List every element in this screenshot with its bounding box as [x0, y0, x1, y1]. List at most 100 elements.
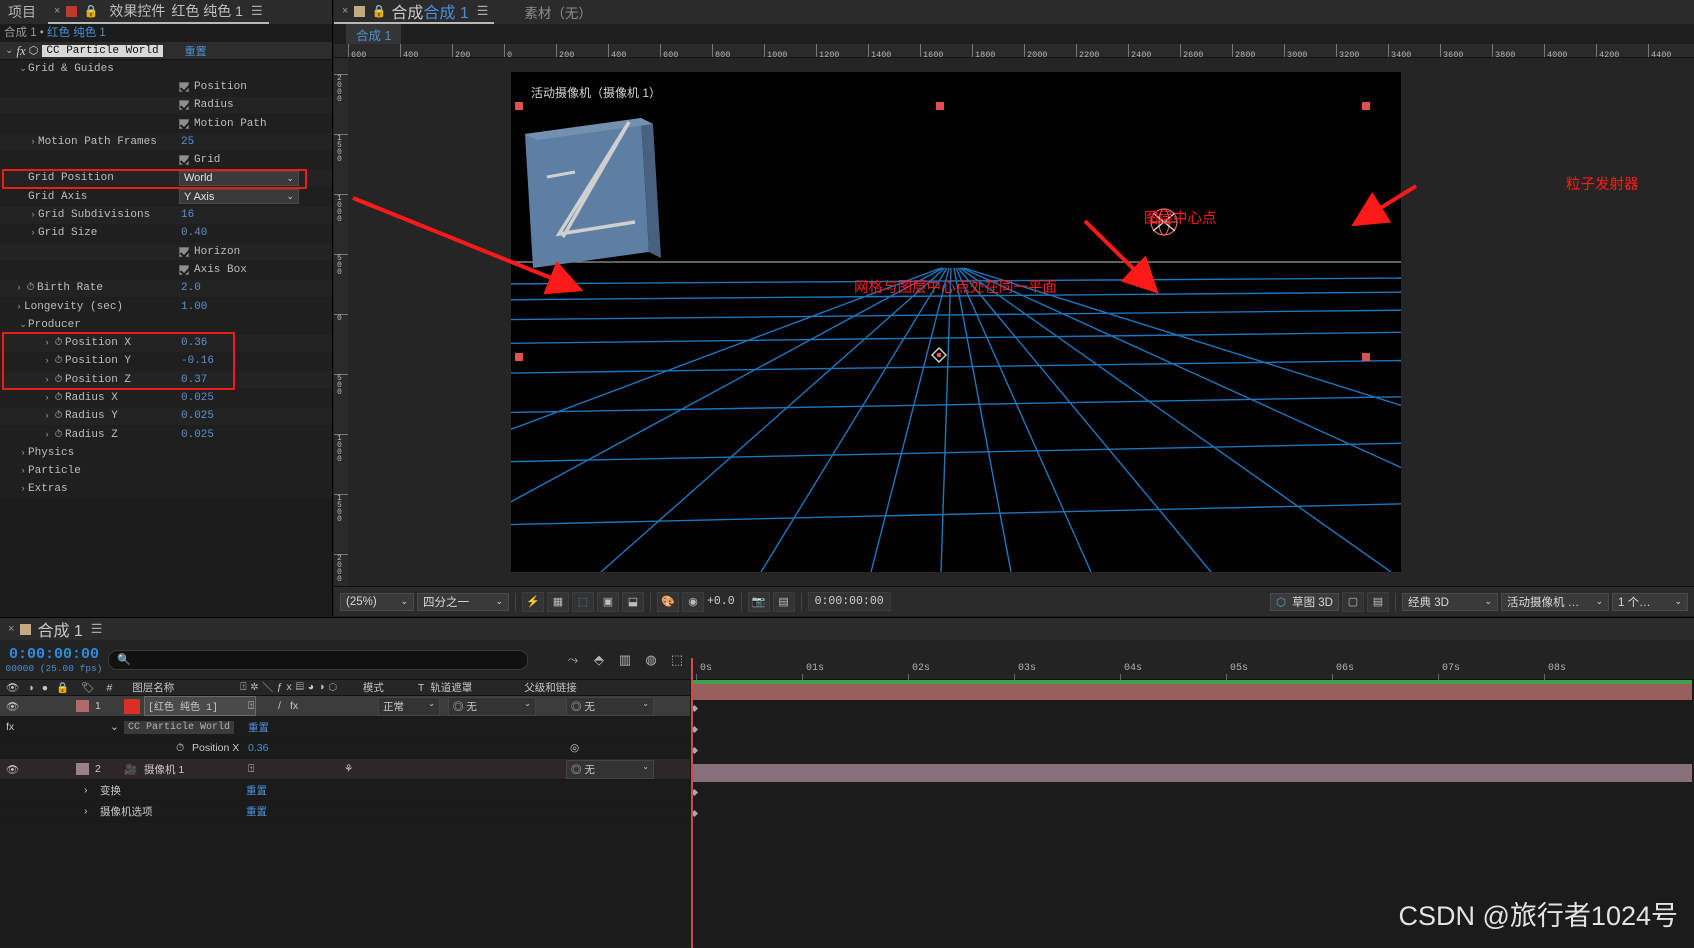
hide-shy-icon[interactable]: ⬚ [664, 649, 690, 671]
effect-reset-link[interactable]: 重置 [185, 43, 207, 59]
checkbox[interactable] [179, 82, 189, 92]
chevron-right-icon[interactable]: › [84, 784, 88, 796]
effect-name[interactable]: CC Particle World [42, 45, 162, 57]
switch-fx-icon[interactable]: fx [290, 700, 298, 712]
tab-project[interactable]: 项目 [0, 2, 48, 22]
property-value[interactable]: 0.36 [181, 337, 207, 349]
solo-icon[interactable]: ● [42, 682, 48, 694]
chevron-right-icon[interactable]: › [28, 210, 38, 220]
checkbox[interactable] [179, 100, 189, 110]
lock-icon[interactable]: 🔒 [83, 4, 98, 18]
chevron-down-icon[interactable]: ⌄ [110, 721, 119, 733]
property-row-radius-y[interactable]: ›⏱Radius Y0.025 [0, 408, 332, 426]
property-value[interactable]: 0.40 [181, 227, 207, 239]
tab-effect-controls[interactable]: × 🔒 效果控件 红色 纯色 1 ☰ [48, 0, 269, 24]
lock-icon[interactable]: 🔒 [371, 4, 386, 18]
chevron-right-icon[interactable]: › [42, 393, 52, 403]
composition-stage[interactable]: 活动摄像机（摄像机 1） [511, 72, 1401, 572]
property-value[interactable]: 1.00 [181, 301, 207, 313]
stopwatch-icon[interactable]: ⏱ [176, 742, 184, 755]
transparency-grid-button[interactable]: ▦ [547, 592, 569, 612]
property-row-grid[interactable]: Grid [0, 151, 332, 169]
panel-menu-icon[interactable]: ☰ [91, 621, 103, 637]
property-row-horizon[interactable]: Horizon [0, 243, 332, 261]
tab-timeline[interactable]: × 合成 1 ☰ [0, 618, 108, 640]
layer-mode-select[interactable]: 正常⌄ [378, 697, 440, 716]
stopwatch-icon[interactable]: ⏱ [52, 410, 65, 422]
reset-link[interactable]: 重置 [248, 720, 269, 735]
stopwatch-icon[interactable]: ⏱ [52, 429, 65, 441]
chevron-down-icon[interactable]: ⌄ [400, 596, 408, 607]
chevron-right-icon[interactable]: › [84, 805, 88, 817]
timecode-display[interactable]: 0:00:00:00 00000 (25.00 fps) [0, 646, 108, 674]
chevron-down-icon[interactable]: ⌄ [18, 320, 28, 330]
switch-3d-icon[interactable]: ⍐ [248, 700, 254, 713]
channel-select-button[interactable]: 🎨 [657, 592, 679, 612]
exposure-reset-button[interactable]: ◉ [682, 592, 704, 612]
layer-duration-bar[interactable] [692, 684, 1692, 700]
chevron-down-icon[interactable]: ⌄ [1595, 596, 1603, 607]
checkbox[interactable] [179, 247, 189, 257]
property-row-motion-path-frames[interactable]: ›Motion Path Frames25 [0, 133, 332, 151]
parent-link-select[interactable]: ◎ 无⌄ [566, 760, 654, 779]
view-layout-select[interactable]: 1 个… ⌄ [1612, 593, 1688, 611]
chevron-down-icon[interactable]: ⌄ [5, 45, 13, 56]
property-row-radius-z[interactable]: ›⏱Radius Z0.025 [0, 426, 332, 444]
zoom-level-select[interactable]: (25%) ⌄ [340, 593, 414, 611]
property-row-radius-x[interactable]: ›⏱Radius X0.025 [0, 389, 332, 407]
audio-icon[interactable]: ◑ [27, 682, 33, 694]
stopwatch-icon[interactable]: ⏱ [52, 374, 65, 386]
property-value[interactable]: 16 [181, 209, 194, 221]
tab-composition[interactable]: × 🔒 合成 合成 1 ☰ [334, 0, 494, 24]
lock-icon[interactable]: 🔒 [56, 681, 69, 694]
video-icon[interactable]: 👁 [6, 681, 19, 694]
extended-viewer-button[interactable]: ▢ [1342, 592, 1364, 612]
snapshot-button[interactable]: 📷 [748, 592, 770, 612]
chevron-down-icon[interactable]: ⌄ [495, 596, 503, 607]
group-extras[interactable]: › Extras [0, 481, 332, 499]
property-value[interactable]: 2.0 [181, 282, 201, 294]
label-color-swatch[interactable] [76, 763, 89, 775]
label-color-swatch[interactable] [76, 700, 89, 712]
effect-name[interactable]: CC Particle World [124, 721, 234, 734]
chevron-right-icon[interactable]: › [42, 356, 52, 366]
property-row-motion-path[interactable]: Motion Path [0, 115, 332, 133]
label-icon[interactable]: 🏷 [81, 681, 94, 694]
region-of-interest-button[interactable]: ⬚ [572, 592, 594, 612]
chevron-right-icon[interactable]: › [18, 484, 28, 494]
chevron-down-icon[interactable]: ⌄ [524, 699, 531, 714]
property-value[interactable]: 0.36 [248, 742, 268, 754]
timeline-ruler[interactable]: 0s01s02s03s04s05s06s07s08s [690, 658, 1694, 680]
composition-mini-flowchart-icon[interactable]: ⤳ [560, 649, 586, 671]
property-row-position-y[interactable]: ›⏱Position Y-0.16 [0, 353, 332, 371]
stopwatch-icon[interactable]: ⏱ [52, 337, 65, 349]
switch-3d-icon[interactable]: ⚘ [344, 763, 353, 775]
chevron-down-icon[interactable]: ⌄ [1674, 596, 1682, 607]
property-row-longevity-sec[interactable]: ›Longevity (sec)1.00 [0, 298, 332, 316]
group-particle[interactable]: › Particle [0, 463, 332, 481]
layer-name[interactable]: [红色 纯色 1] [144, 696, 256, 716]
close-icon[interactable]: × [8, 623, 14, 635]
chevron-right-icon[interactable]: › [42, 430, 52, 440]
chevron-down-icon[interactable]: ⌄ [642, 762, 649, 777]
show-snapshot-button[interactable]: ▤ [773, 592, 795, 612]
chevron-down-icon[interactable]: ⌄ [286, 191, 294, 202]
close-icon[interactable]: × [54, 5, 60, 17]
mask-view-button[interactable]: ⬓ [622, 592, 644, 612]
current-timecode[interactable]: 0:00:00:00 [808, 592, 891, 611]
switch-3d-icon[interactable]: ⍐ [248, 763, 254, 776]
property-value[interactable]: 0.025 [181, 429, 214, 441]
fast-previews-button[interactable]: ⚡ [522, 592, 544, 612]
chevron-right-icon[interactable]: › [18, 466, 28, 476]
property-row-grid-size[interactable]: ›Grid Size0.40 [0, 225, 332, 243]
chevron-down-icon[interactable]: ⌄ [1484, 596, 1492, 607]
chevron-right-icon[interactable]: › [28, 137, 38, 147]
property-dropdown[interactable]: Y Axis⌄ [179, 189, 299, 204]
tab-footage[interactable]: 素材（无） [524, 2, 592, 22]
parent-pick-icon[interactable]: ◎ [570, 742, 579, 754]
current-time-indicator[interactable] [691, 658, 693, 948]
eye-icon[interactable]: 👁 [6, 700, 19, 713]
layer-name[interactable]: 摄像机 1 [144, 762, 184, 777]
property-dropdown[interactable]: World⌄ [179, 171, 299, 186]
property-value[interactable]: 0.025 [181, 410, 214, 422]
